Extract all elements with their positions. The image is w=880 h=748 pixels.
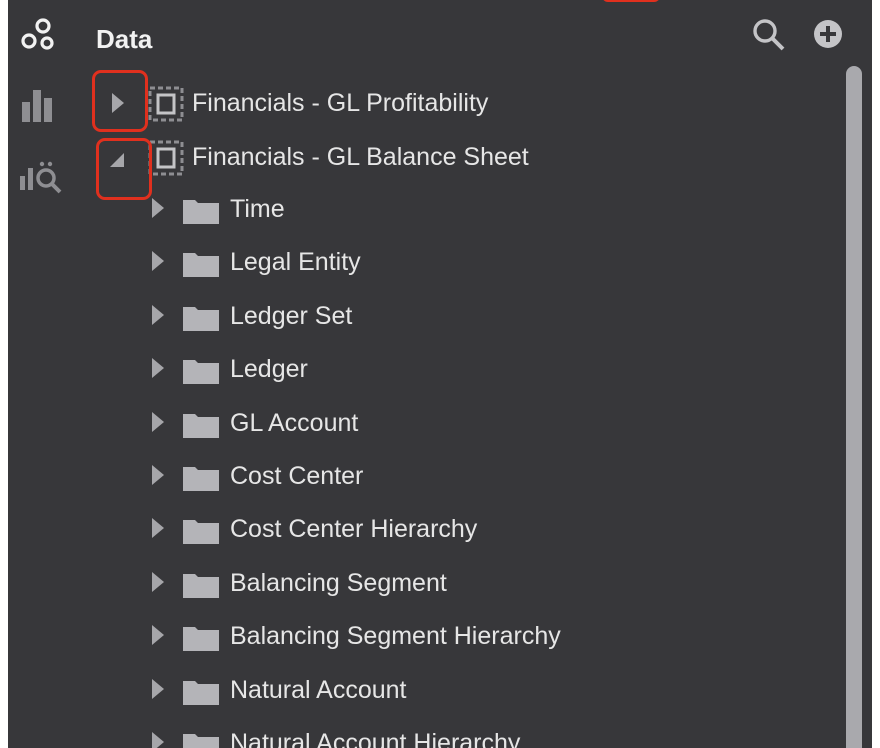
tree-folder-item[interactable]: Natural Account: [8, 665, 828, 719]
tree-root-gl-balance-sheet[interactable]: Financials - GL Balance Sheet: [8, 130, 828, 184]
expand-arrow-icon[interactable]: [148, 516, 168, 540]
tree-folder-item[interactable]: Cost Center Hierarchy: [8, 504, 828, 558]
expand-arrow-icon[interactable]: [148, 623, 168, 647]
tree-folder-item[interactable]: Ledger: [8, 344, 828, 398]
tree-folder-label: Natural Account Hierarchy: [230, 729, 521, 748]
folder-icon: [182, 571, 220, 604]
tree-folder-label: Natural Account: [230, 676, 407, 704]
tree-folder-label: Ledger: [230, 355, 308, 383]
data-panel: Data Financials - GL Profitability Finan…: [8, 0, 872, 748]
tree-folder-label: Cost Center Hierarchy: [230, 515, 478, 543]
tree-folder-item[interactable]: Legal Entity: [8, 237, 828, 291]
expand-arrow-icon[interactable]: [148, 677, 168, 701]
tree-folder-label: GL Account: [230, 409, 359, 437]
tree-folder-label: Ledger Set: [230, 302, 353, 330]
tree-folder-item[interactable]: Time: [8, 184, 828, 238]
expand-arrow-icon[interactable]: [148, 249, 168, 273]
expand-arrow-icon[interactable]: [148, 356, 168, 380]
tree-folder-item[interactable]: Balancing Segment: [8, 558, 828, 612]
tree-folder-label: Balancing Segment Hierarchy: [230, 622, 561, 650]
folder-icon: [182, 464, 220, 497]
tree-folder-label: Cost Center: [230, 462, 364, 490]
folder-icon: [182, 197, 220, 230]
tree-folder-item[interactable]: Balancing Segment Hierarchy: [8, 611, 828, 665]
expand-arrow-icon[interactable]: [148, 570, 168, 594]
tree-root-gl-profitability[interactable]: Financials - GL Profitability: [8, 76, 828, 130]
folder-icon: [182, 357, 220, 390]
expand-arrow-icon[interactable]: [148, 410, 168, 434]
tree-folder-label: Balancing Segment: [230, 569, 447, 597]
subject-area-icon: [148, 140, 184, 181]
tree-folder-item[interactable]: Ledger Set: [8, 291, 828, 345]
expand-arrow-icon[interactable]: [108, 91, 128, 115]
folder-icon: [182, 678, 220, 711]
data-tree: Financials - GL Profitability Financials…: [8, 0, 838, 748]
expand-arrow-icon[interactable]: [148, 463, 168, 487]
tree-folder-item[interactable]: Cost Center: [8, 451, 828, 505]
folder-icon: [182, 731, 220, 748]
tree-folder-item[interactable]: Natural Account Hierarchy: [8, 718, 828, 748]
tree-folder-item[interactable]: GL Account: [8, 398, 828, 452]
expand-arrow-icon[interactable]: [148, 730, 168, 748]
scrollbar-thumb[interactable]: [846, 66, 862, 748]
tree-folder-label: Legal Entity: [230, 248, 361, 276]
folder-icon: [182, 624, 220, 657]
folder-icon: [182, 304, 220, 337]
subject-area-icon: [148, 86, 184, 127]
collapse-arrow-icon[interactable]: [108, 145, 128, 169]
folder-icon: [182, 250, 220, 283]
scrollbar[interactable]: [846, 66, 866, 748]
folder-icon: [182, 517, 220, 550]
expand-arrow-icon[interactable]: [148, 196, 168, 220]
tree-root-label: Financials - GL Balance Sheet: [192, 143, 529, 171]
tree-folder-label: Time: [230, 195, 285, 223]
folder-icon: [182, 411, 220, 444]
tree-root-label: Financials - GL Profitability: [192, 89, 489, 117]
expand-arrow-icon[interactable]: [148, 303, 168, 327]
